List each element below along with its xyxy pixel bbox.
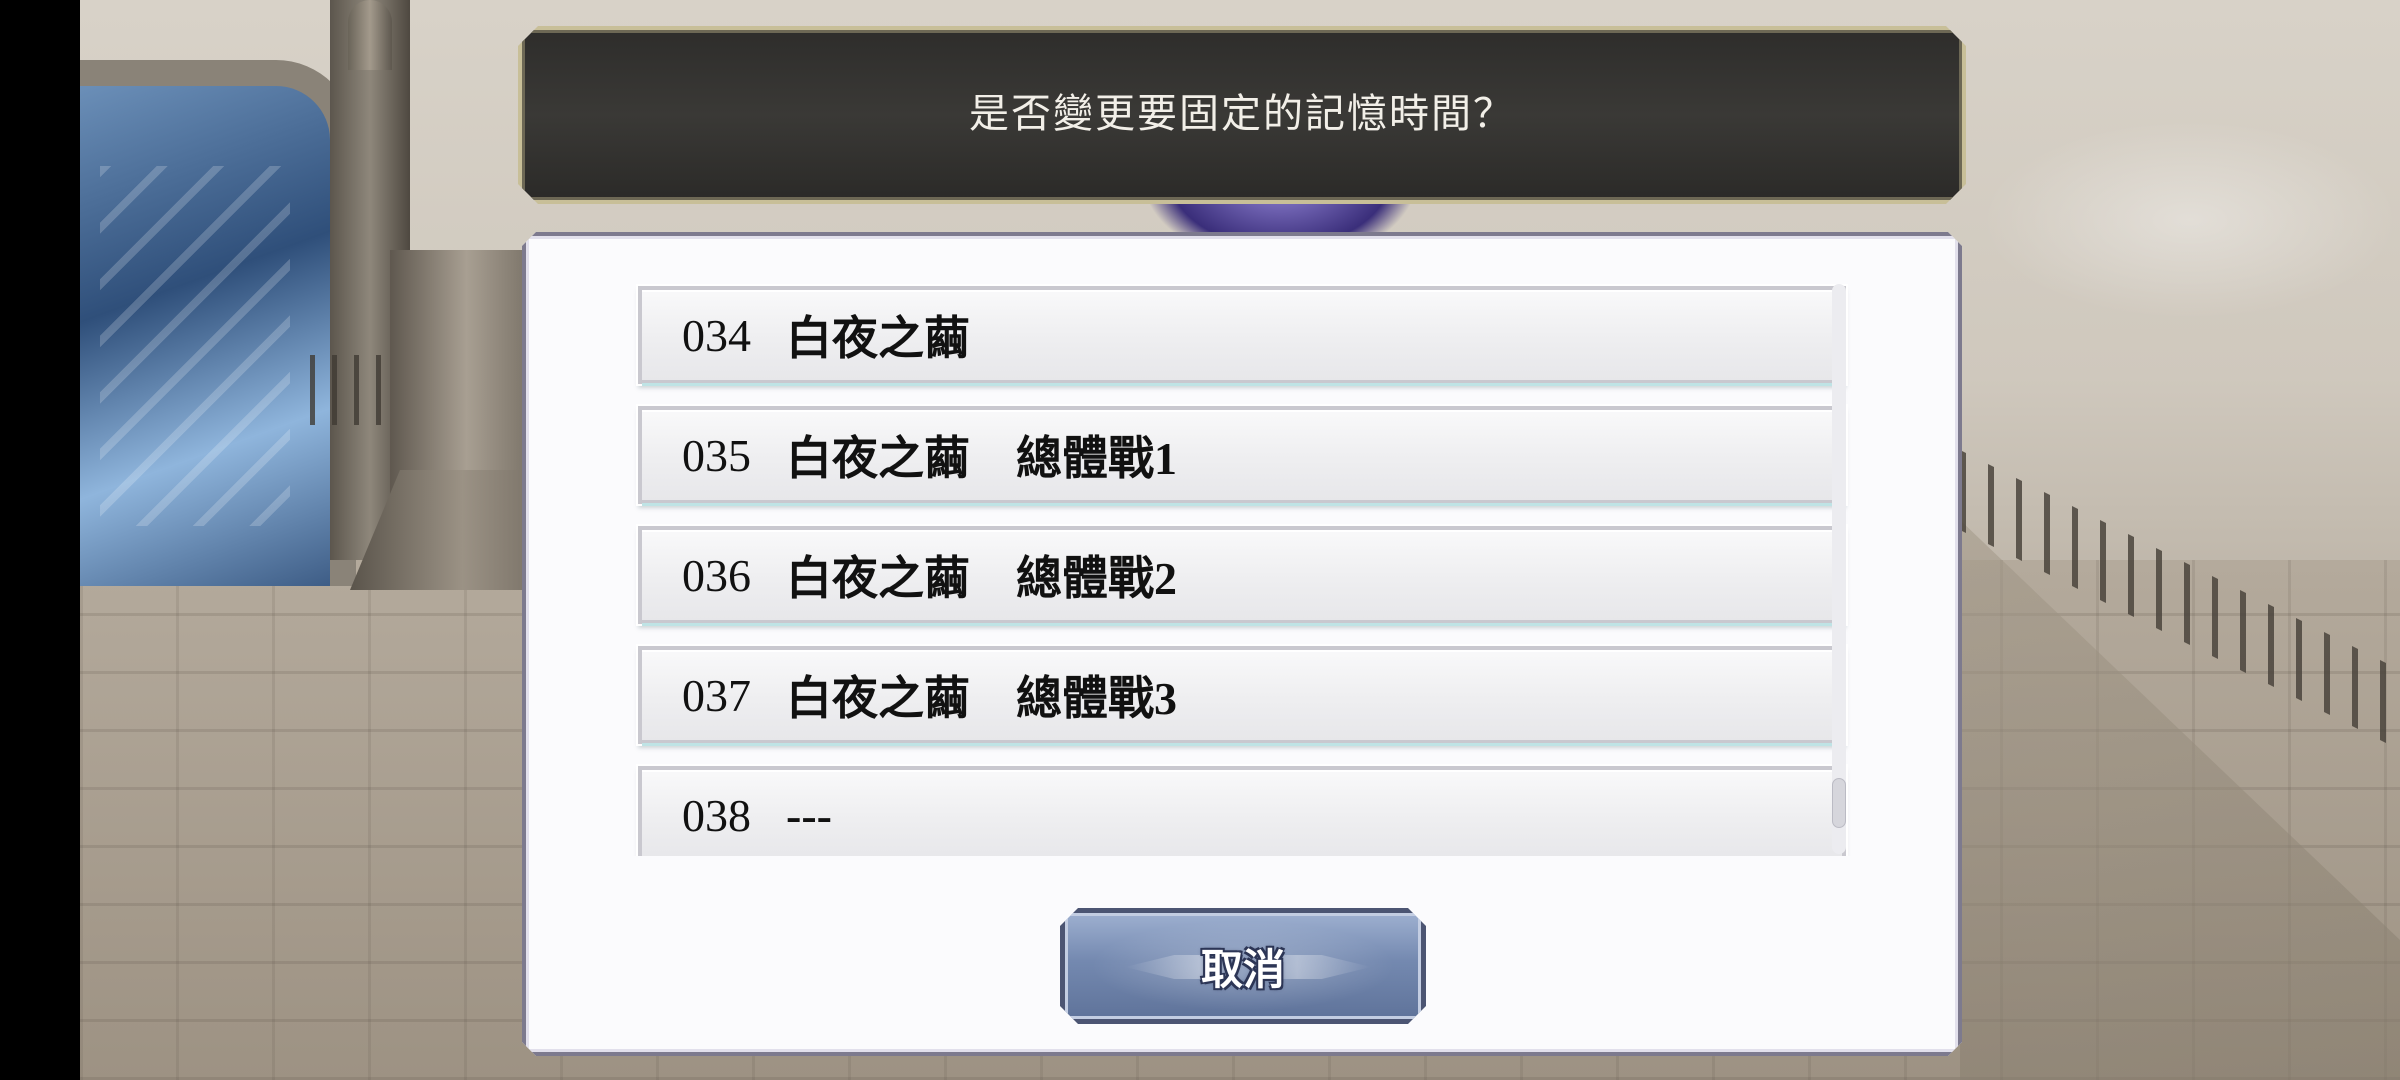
- list-item[interactable]: 036 白夜之繭 總體戰2: [638, 526, 1846, 624]
- title-banner: 是否變更要固定的記憶時間？: [518, 26, 1966, 204]
- row-divider: [642, 383, 1842, 386]
- row-divider: [642, 623, 1842, 626]
- sky-glow: [1980, 120, 2400, 320]
- memory-list[interactable]: 034 白夜之繭 035 白夜之繭 總體戰1 036 白夜之繭 總體戰2 037…: [632, 282, 1852, 856]
- list-item[interactable]: 035 白夜之繭 總體戰1: [638, 406, 1846, 504]
- letterbox-bar: [0, 0, 80, 1080]
- selection-dialog: 034 白夜之繭 035 白夜之繭 總體戰1 036 白夜之繭 總體戰2 037…: [522, 232, 1962, 1056]
- item-number: 035: [682, 429, 751, 481]
- dialog-title: 是否變更要固定的記憶時間？: [969, 91, 1515, 137]
- item-title: 白夜之繭 總體戰1: [786, 433, 1177, 484]
- pillar-spire: [348, 0, 392, 70]
- row-divider: [642, 743, 1842, 746]
- item-number: 034: [682, 309, 751, 361]
- game-screen: 是否變更要固定的記憶時間？ 034 白夜之繭 035 白夜之繭 總體戰1 036…: [0, 0, 2400, 1080]
- item-title: 白夜之繭: [786, 313, 970, 364]
- item-number: 036: [682, 549, 751, 601]
- list-scrollbar[interactable]: [1832, 284, 1846, 854]
- row-divider: [642, 503, 1842, 506]
- item-number: 037: [682, 669, 751, 721]
- list-item[interactable]: 037 白夜之繭 總體戰3: [638, 646, 1846, 744]
- scrollbar-thumb[interactable]: [1832, 778, 1846, 828]
- list-item[interactable]: 038 ---: [638, 766, 1846, 856]
- item-title: 白夜之繭 總體戰2: [786, 553, 1177, 604]
- item-title: 白夜之繭 總體戰3: [786, 673, 1177, 724]
- cancel-label: 取消: [1200, 947, 1285, 994]
- list-item[interactable]: 034 白夜之繭: [638, 286, 1846, 384]
- item-number: 038: [682, 789, 751, 841]
- item-title: ---: [786, 789, 832, 841]
- cancel-button[interactable]: 取消: [1060, 908, 1426, 1024]
- crystal-gate: [80, 60, 356, 586]
- gate-crystals: [100, 166, 290, 526]
